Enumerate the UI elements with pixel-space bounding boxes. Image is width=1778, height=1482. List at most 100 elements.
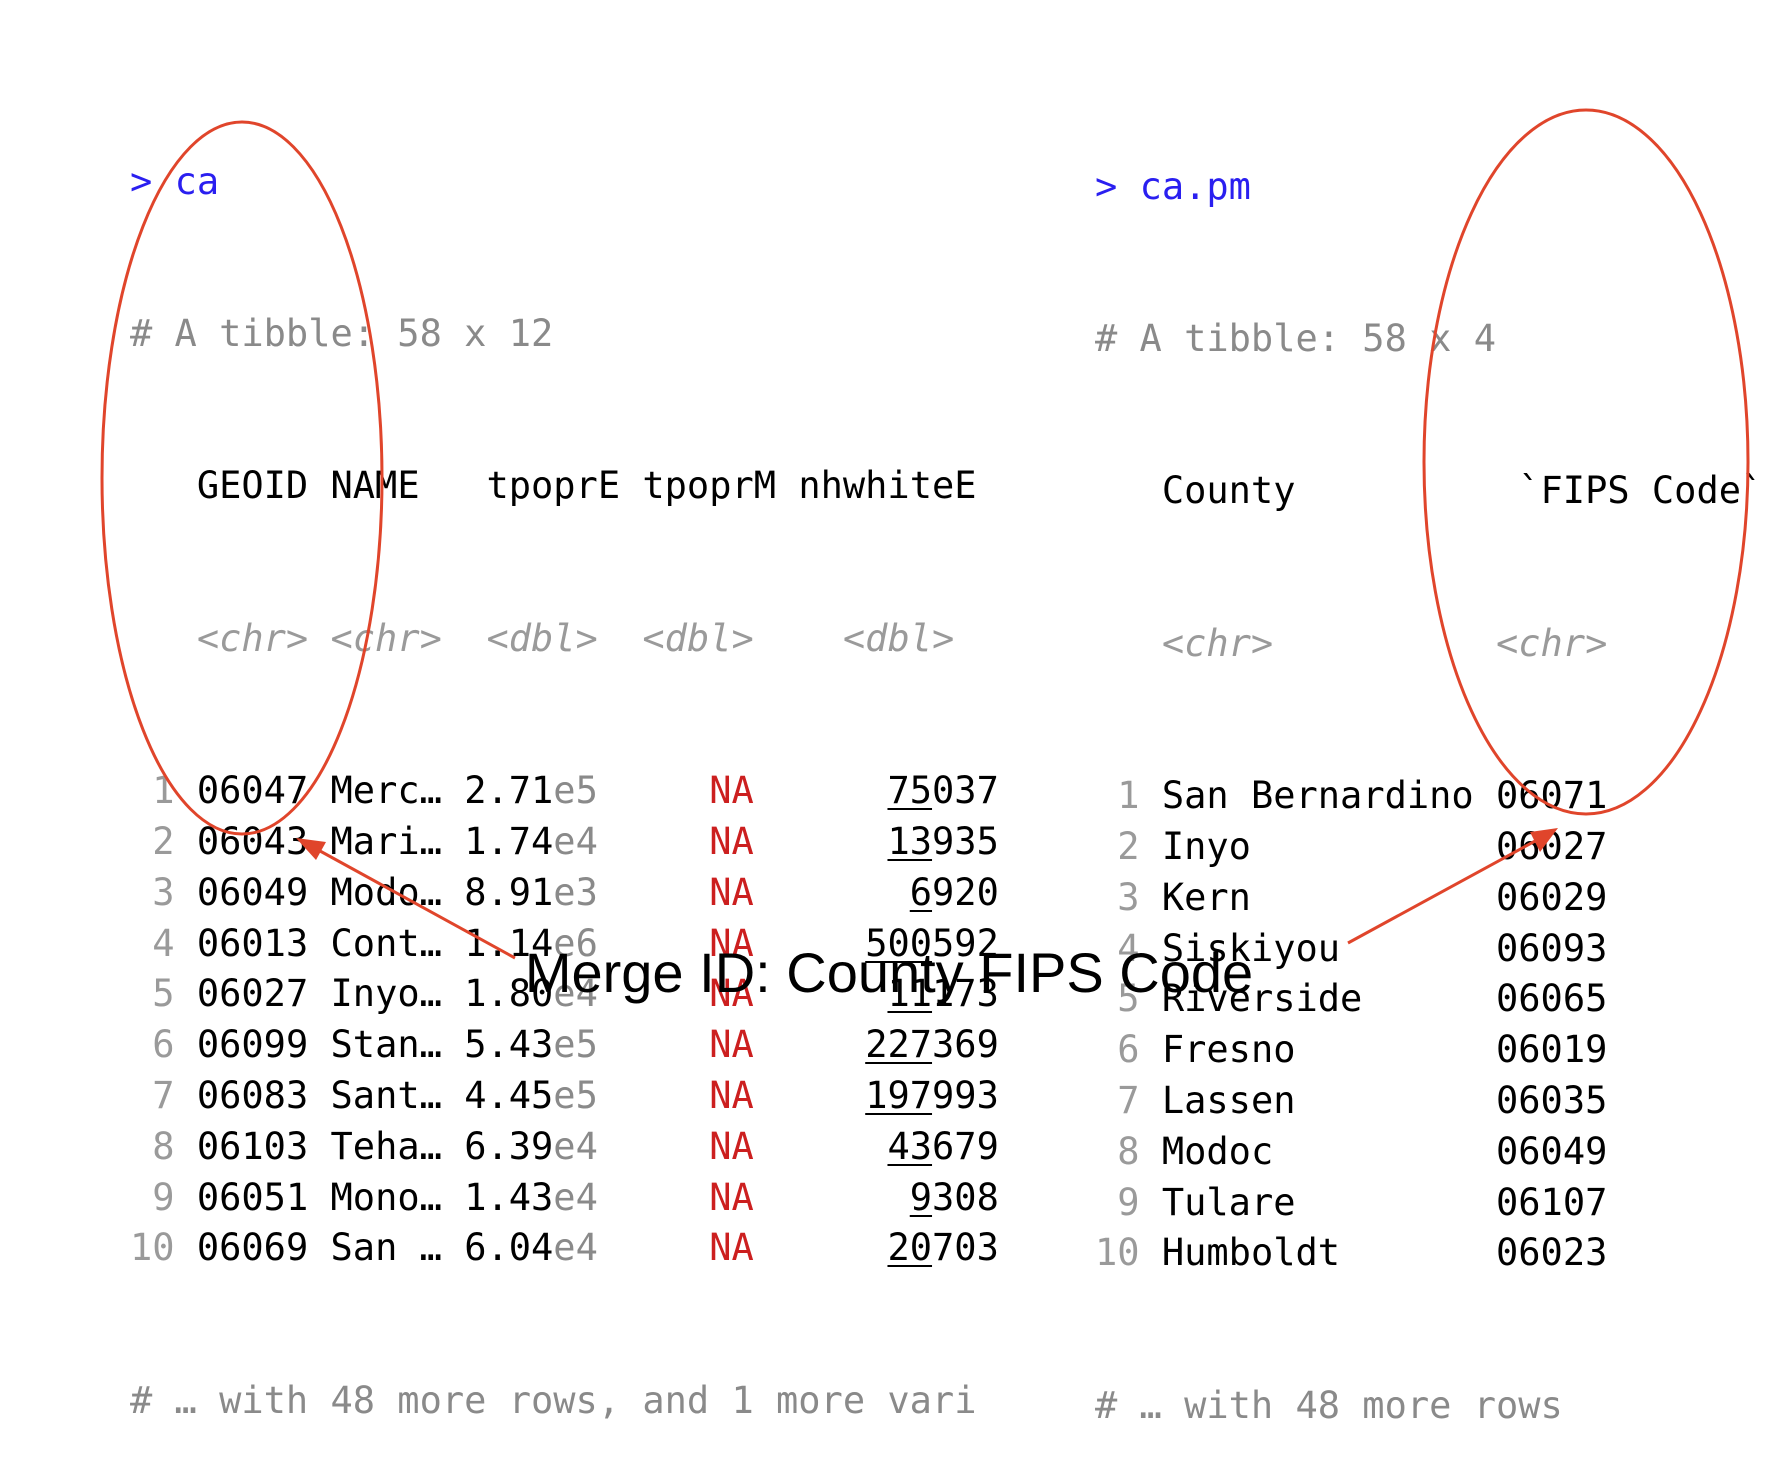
table-row: 8 06103 Teha… 6.39e4 NA 43679 [130,1122,999,1173]
row-number: 3 [130,870,175,914]
cell-tpopre-mantissa: 8.91 [464,870,554,914]
cell-nhwhitee-units: 308 [932,1175,999,1219]
cell-tpopre-exponent: e5 [553,1023,598,1067]
cell-tpoprm-na: NA [709,1023,754,1067]
left-type-row: <chr> <chr> <dbl> <dbl> <dbl> [130,614,999,665]
cell-fips-code: 06049 [1496,1129,1608,1173]
table-row: 3 Kern 06029 [1095,873,1763,924]
table-row: 1 San Bernardino 06071 [1095,771,1763,822]
cell-county: Lassen [1161,1078,1474,1122]
cell-nhwhitee-units: 993 [932,1073,999,1117]
cell-nhwhitee-units: 369 [932,1023,999,1067]
cell-tpopre-exponent: e4 [553,819,598,863]
cell-geoid: 06043 [196,819,309,863]
cell-nhwhitee-units: 920 [932,870,999,914]
cell-nhwhitee-thousands: 43 [887,1124,933,1168]
table-row: 6 Fresno 06019 [1095,1025,1763,1076]
cell-tpopre-mantissa: 1.74 [464,819,554,863]
cell-name: Merc… [330,769,442,813]
row-number: 1 [130,769,175,813]
table-row: 1 06047 Merc… 2.71e5 NA 75037 [130,766,999,817]
cell-county: Tulare [1161,1180,1474,1224]
cell-nhwhitee-units: 703 [932,1226,999,1270]
cell-geoid: 06069 [196,1226,309,1270]
cell-geoid: 06047 [196,769,309,813]
left-header-row: GEOID NAME tpoprE tpoprM nhwhiteE [130,461,999,512]
left-table-body: 1 06047 Merc… 2.71e5 NA 75037 2 06043 Ma… [130,766,999,1274]
cell-nhwhitee-thousands: 20 [887,1226,933,1270]
cell-fips-code: 06023 [1496,1231,1608,1275]
cell-name: Stan… [330,1023,442,1067]
right-type-county: <chr> [1161,621,1274,665]
cell-county: Inyo [1161,824,1474,868]
left-console-output: > ca # A tibble: 58 x 12 GEOID NAME tpop… [130,55,999,1477]
row-number: 9 [130,1175,175,1219]
cell-nhwhitee-units: 037 [932,769,999,813]
cell-nhwhitee-units: 935 [932,819,999,863]
table-row: 7 Lassen 06035 [1095,1076,1763,1127]
row-number: 9 [1095,1180,1140,1224]
table-row: 8 Modoc 06049 [1095,1127,1763,1178]
table-row: 9 06051 Mono… 1.43e4 NA 9308 [130,1173,999,1224]
left-header-name: NAME [330,464,420,508]
left-command: ca [174,159,220,203]
row-number: 2 [1095,824,1140,868]
cell-geoid: 06083 [196,1073,309,1117]
cell-tpopre-exponent: e4 [553,1175,598,1219]
cell-tpopre-mantissa: 1.43 [464,1175,554,1219]
cell-tpoprm-na: NA [709,1073,754,1117]
right-table-body: 1 San Bernardino 06071 2 Inyo 06027 3 Ke… [1095,771,1763,1279]
right-command: ca.pm [1139,164,1251,208]
row-number: 8 [1095,1129,1140,1173]
cell-county: San Bernardino [1161,774,1474,818]
cell-fips-code: 06029 [1496,875,1608,919]
cell-geoid: 06099 [196,1023,309,1067]
cell-county: Fresno [1161,1028,1474,1072]
right-header-row: County `FIPS Code` [1095,466,1763,517]
cell-tpopre-mantissa: 6.39 [464,1124,554,1168]
table-row: 3 06049 Modo… 8.91e3 NA 6920 [130,868,999,919]
right-command-line: > ca.pm [1095,162,1763,213]
cell-name: Mari… [330,819,442,863]
row-number: 6 [1095,1028,1140,1072]
left-type-tpopre: <dbl> [486,616,598,660]
cell-nhwhitee-thousands: 227 [865,1023,933,1067]
cell-tpoprm-na: NA [709,1175,754,1219]
cell-fips-code: 06035 [1496,1078,1608,1122]
row-number: 10 [130,1226,175,1270]
cell-nhwhitee-thousands: 9 [909,1175,933,1219]
left-header-tpoprm: tpoprM [642,464,777,508]
cell-tpopre-exponent: e3 [553,870,598,914]
cell-tpopre-mantissa: 2.71 [464,769,554,813]
table-row: 2 Inyo 06027 [1095,822,1763,873]
cell-tpopre-mantissa: 6.04 [464,1226,554,1270]
cell-tpoprm-na: NA [709,1226,754,1270]
right-tibble-summary: # A tibble: 58 x 4 [1095,316,1496,360]
cell-name: Modo… [330,870,442,914]
cell-nhwhitee-thousands: 197 [865,1073,933,1117]
cell-tpopre-exponent: e4 [553,1124,598,1168]
right-header-county: County [1161,469,1296,513]
row-number: 7 [130,1073,175,1117]
right-prompt-symbol: > [1095,164,1118,208]
right-console-output: > ca.pm # A tibble: 58 x 4 County `FIPS … [1095,60,1763,1482]
cell-fips-code: 06019 [1496,1028,1608,1072]
cell-fips-code: 06107 [1496,1180,1608,1224]
cell-fips-code: 06071 [1496,774,1608,818]
cell-name: Mono… [330,1175,442,1219]
cell-geoid: 06049 [196,870,309,914]
left-footer-note: # … with 48 more rows, and 1 more vari [130,1378,977,1422]
cell-county: Modoc [1161,1129,1474,1173]
left-type-name: <chr> [330,616,442,660]
left-type-tpoprm: <dbl> [642,616,754,660]
left-prompt-symbol: > [130,159,153,203]
row-number: 6 [130,1023,175,1067]
table-row: 10 Humboldt 06023 [1095,1228,1763,1279]
cell-nhwhitee-thousands: 13 [887,819,933,863]
right-footer-note: # … with 48 more rows [1095,1383,1563,1427]
cell-tpopre-exponent: e4 [553,1226,598,1270]
left-tibble-summary: # A tibble: 58 x 12 [130,311,554,355]
left-type-geoid: <chr> [196,616,309,660]
row-number: 1 [1095,774,1140,818]
left-command-line: > ca [130,157,999,208]
